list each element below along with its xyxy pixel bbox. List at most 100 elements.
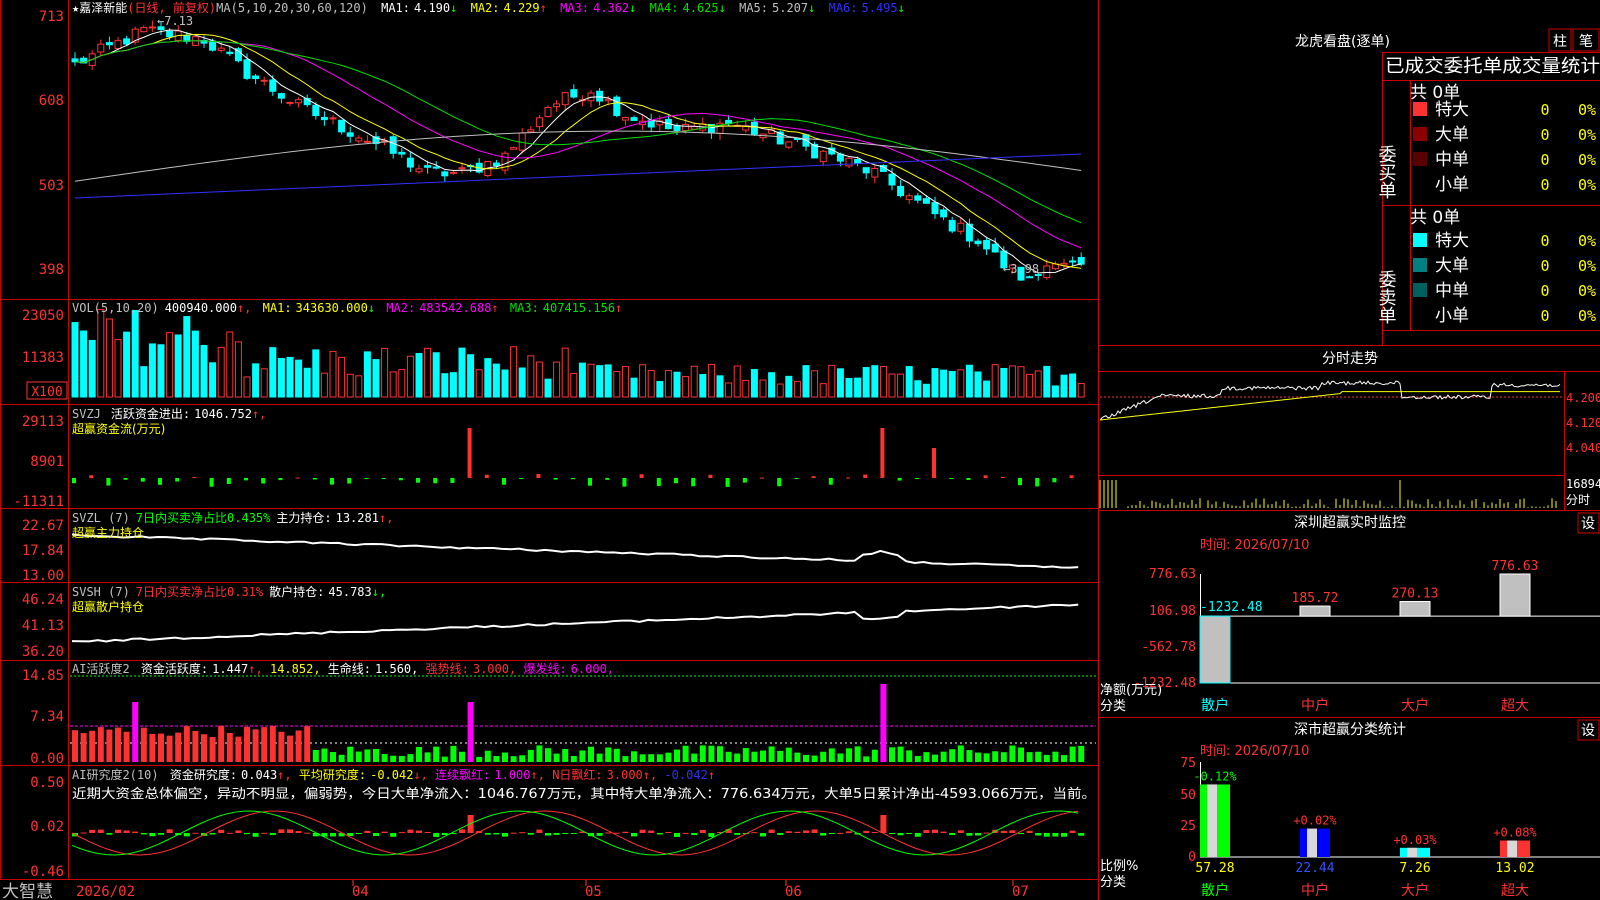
stock-title: ★嘉泽新能 <box>72 0 127 15</box>
class-category-label: 散户 <box>1201 882 1229 899</box>
activity-bar <box>140 727 147 762</box>
research-bar <box>519 832 526 834</box>
activity-bar <box>132 702 139 762</box>
research-bar <box>871 832 878 834</box>
flow-bar <box>1000 476 1005 478</box>
activity-bar <box>648 754 655 762</box>
activity-bar <box>304 726 311 762</box>
research-bar <box>983 832 990 834</box>
ai-active-label: AI活跃度2 <box>72 661 130 676</box>
volume-bar <box>329 350 337 398</box>
monitor-bar-value: -1232.48 <box>1200 600 1263 615</box>
class-settings-button[interactable]: 设 <box>1581 723 1595 739</box>
row-name: 特大 <box>1435 231 1469 251</box>
research-bar <box>132 831 139 833</box>
volume-bar <box>957 369 965 398</box>
activity-bar <box>1018 747 1024 762</box>
activity-bar <box>149 733 156 762</box>
class-title: 深市超赢分类统计 <box>1294 721 1406 738</box>
research-bar <box>390 833 397 837</box>
flow-bar <box>1069 475 1074 478</box>
ai-active-item1-name: 资金活跃度: <box>141 661 208 676</box>
monitor-settings-button[interactable]: 设 <box>1581 516 1595 532</box>
volume-bar <box>897 373 905 398</box>
svg-text:SVSH (7)7日内买卖净占比0.31%散户持仓:45.7: SVSH (7) 7日内买卖净占比0.31% 散户持仓: 45.783↓, <box>72 584 386 599</box>
flow-bar <box>433 478 438 484</box>
lhb-tab-tick[interactable]: 笔 <box>1579 34 1593 50</box>
volume-bar <box>320 372 328 398</box>
research-bar <box>751 832 758 834</box>
flow-bar <box>691 478 696 487</box>
research-bar <box>364 830 371 833</box>
candle <box>320 116 328 121</box>
lhb-buy-label: 委买单 <box>1376 145 1397 199</box>
minute-ytick-1: 4.200 <box>1566 391 1600 405</box>
volume-bar <box>441 373 449 398</box>
x-label-1: 2026/02 <box>76 884 135 900</box>
volume-bar <box>535 361 543 398</box>
volume-bar <box>905 366 913 398</box>
high-price-label: ←7.13 <box>157 14 193 28</box>
flow-bar <box>175 478 180 482</box>
research-bar <box>158 833 164 835</box>
research-bar <box>914 833 921 837</box>
candle <box>105 42 113 46</box>
activity-bar <box>837 753 844 762</box>
activity-bar <box>347 746 354 762</box>
activity-bar <box>914 755 921 762</box>
vol-ma3-value: 407415.156 <box>543 301 615 315</box>
candle <box>621 117 629 121</box>
ai-research-ytick-3: -0.46 <box>22 864 64 880</box>
activity-bar <box>338 754 345 762</box>
activity-bar <box>760 750 766 762</box>
row-name: 小单 <box>1435 306 1469 326</box>
volume-bar <box>80 330 88 398</box>
volume-bar <box>1060 374 1068 398</box>
research-bar <box>1043 833 1050 837</box>
activity-bar <box>166 735 173 762</box>
candle <box>991 243 999 253</box>
svzj-ytick-2: 8901 <box>30 454 64 470</box>
ai-active-ytick-3: 0.00 <box>30 751 64 767</box>
row-count: 0 <box>1540 126 1549 144</box>
main-ytick-2: 608 <box>39 93 64 109</box>
class-bar-change: +0.08% <box>1493 826 1537 840</box>
row-pct: 0% <box>1578 101 1596 119</box>
volume-bar <box>725 382 733 398</box>
volume-bar <box>209 362 217 398</box>
ai-active-ytick-1: 14.85 <box>22 668 64 684</box>
volume-bar <box>983 380 991 398</box>
svzj-label: SVZJ <box>72 407 101 421</box>
candle <box>269 79 277 92</box>
lhb-tab-bar[interactable]: 柱 <box>1553 34 1567 50</box>
volume-bar <box>664 370 672 398</box>
candle <box>415 168 423 173</box>
lhb-sell-total: 共 0单 <box>1410 208 1460 228</box>
candle <box>1026 276 1034 279</box>
volume-bar <box>363 351 371 398</box>
class-bar-highlight <box>1207 784 1217 857</box>
candle <box>948 219 956 232</box>
research-bar <box>975 833 981 836</box>
activity-bar <box>656 754 663 762</box>
x-label-4: 06 <box>785 884 802 900</box>
flow-bar <box>158 478 162 485</box>
activity-bar <box>1078 745 1085 762</box>
svzl-item: 主力持仓: <box>276 510 331 525</box>
activity-bar <box>751 751 758 762</box>
svzj-sub: 超赢资金流(万元) <box>72 421 165 436</box>
research-bar <box>398 832 405 834</box>
volume-bar <box>260 368 268 398</box>
research-bar <box>940 831 947 833</box>
activity-bar <box>897 746 904 762</box>
activity-bar <box>1035 751 1042 762</box>
activity-bar <box>519 755 526 762</box>
ma5-arrow: ↓ <box>808 1 815 15</box>
candle <box>888 173 896 186</box>
activity-bar <box>1026 752 1033 762</box>
ai-research-item4-arrow: ↑, <box>643 768 657 782</box>
volume-bar <box>1069 373 1077 398</box>
volume-bar <box>690 365 698 398</box>
ai-research-item1-arrow: ↑, <box>277 768 291 782</box>
activity-bar <box>639 754 646 762</box>
